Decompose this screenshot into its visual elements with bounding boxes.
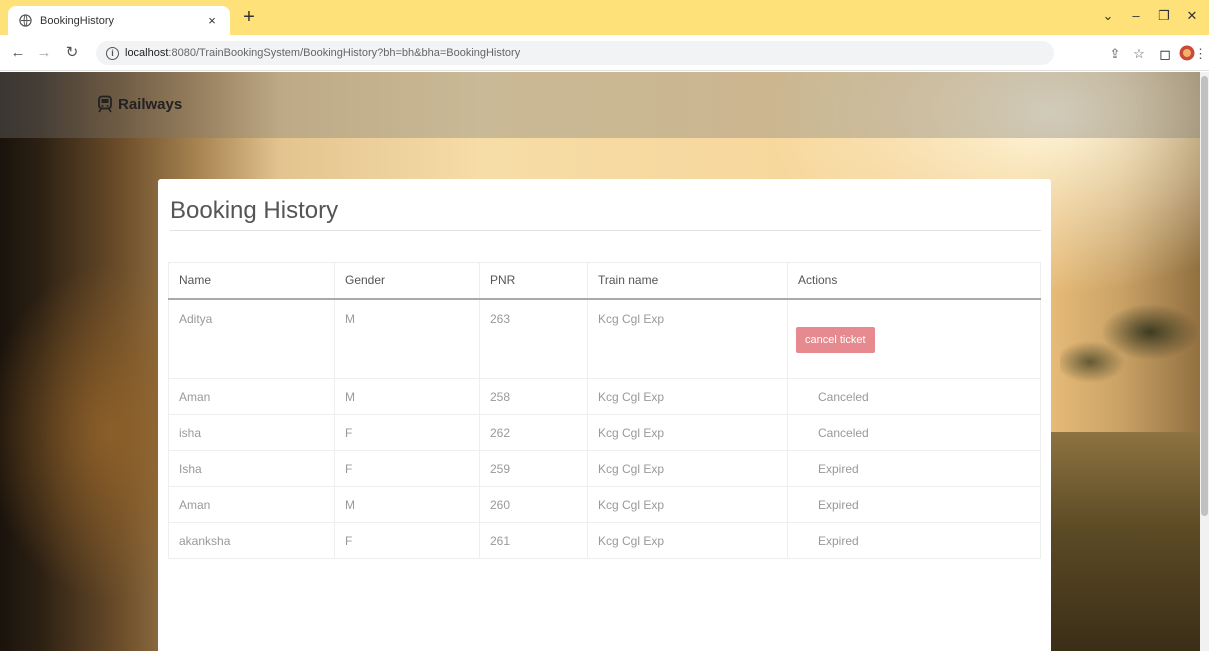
back-icon[interactable]: ← <box>8 43 28 63</box>
share-icon[interactable]: ⇪ <box>1106 45 1124 63</box>
tab-title: BookingHistory <box>40 14 114 27</box>
booking-table: Name Gender PNR Train name Actions Adity… <box>168 262 1041 559</box>
cell-gender: M <box>334 298 480 379</box>
info-icon[interactable]: i <box>106 46 119 60</box>
cell-train: Kcg Cgl Exp <box>587 450 788 487</box>
cell-pnr: 258 <box>479 378 588 415</box>
cell-action: cancel ticket <box>787 298 1041 379</box>
title-divider <box>170 230 1041 231</box>
page-viewport: Railways Booking History Name Gender PNR… <box>0 72 1209 651</box>
table-header-row: Name Gender PNR Train name Actions <box>168 262 1041 300</box>
background-field <box>1050 432 1209 651</box>
new-tab-button[interactable]: + <box>238 7 260 29</box>
tab-close-icon[interactable]: × <box>204 13 220 28</box>
forward-icon[interactable]: → <box>34 43 54 63</box>
table-row: Aditya M 263 Kcg Cgl Exp cancel ticket <box>168 298 1041 379</box>
browser-tabbar: BookingHistory × + ⌄ – ❐ ✕ <box>0 0 1209 35</box>
bookmark-star-icon[interactable]: ☆ <box>1130 45 1148 63</box>
header-name: Name <box>168 262 335 300</box>
url-host: localhost <box>125 47 169 59</box>
cell-train: Kcg Cgl Exp <box>587 378 788 415</box>
header-gender: Gender <box>334 262 480 300</box>
cell-status: Expired <box>787 522 1041 559</box>
cell-train: Kcg Cgl Exp <box>587 414 788 451</box>
close-window-icon[interactable]: ✕ <box>1178 8 1206 24</box>
site-navbar: Railways <box>0 72 1200 138</box>
url-path: :8080/TrainBookingSystem/BookingHistory?… <box>168 47 521 59</box>
table-row: isha F 262 Kcg Cgl Exp Canceled <box>168 414 1041 451</box>
cell-pnr: 259 <box>479 450 588 487</box>
cell-name: Isha <box>168 450 335 487</box>
page-title: Booking History <box>170 197 339 224</box>
browser-tab[interactable]: BookingHistory × <box>8 6 230 35</box>
cell-gender: M <box>334 378 480 415</box>
table-row: akanksha F 261 Kcg Cgl Exp Expired <box>168 522 1041 559</box>
globe-icon <box>18 14 32 28</box>
cell-pnr: 263 <box>479 298 588 379</box>
brand-link[interactable]: Railways <box>96 95 182 113</box>
menu-kebab-icon[interactable]: ⋮ <box>1194 45 1207 63</box>
cell-pnr: 262 <box>479 414 588 451</box>
cell-pnr: 261 <box>479 522 588 559</box>
reload-icon[interactable]: ↻ <box>62 43 82 63</box>
page-scrollbar-thumb[interactable] <box>1201 76 1208 516</box>
cell-status: Canceled <box>787 414 1041 451</box>
cell-name: Aman <box>168 486 335 523</box>
cell-train: Kcg Cgl Exp <box>587 522 788 559</box>
cell-pnr: 260 <box>479 486 588 523</box>
cell-name: akanksha <box>168 522 335 559</box>
minimize-icon[interactable]: – <box>1122 8 1150 23</box>
table-row: Aman M 258 Kcg Cgl Exp Canceled <box>168 378 1041 415</box>
table-row: Aman M 260 Kcg Cgl Exp Expired <box>168 486 1041 523</box>
cell-gender: F <box>334 450 480 487</box>
train-icon <box>96 95 114 113</box>
cell-gender: F <box>334 414 480 451</box>
browser-toolbar: ← → ↻ i localhost:8080/TrainBookingSyste… <box>0 35 1209 71</box>
address-bar[interactable]: i localhost:8080/TrainBookingSystem/Book… <box>96 41 1054 65</box>
tab-search-icon[interactable]: ⌄ <box>1094 8 1122 24</box>
cell-train: Kcg Cgl Exp <box>587 298 788 379</box>
restore-icon[interactable]: ❐ <box>1150 8 1178 24</box>
cell-name: isha <box>168 414 335 451</box>
header-train-name: Train name <box>587 262 788 300</box>
header-actions: Actions <box>787 262 1041 300</box>
sidepanel-icon[interactable]: ◻ <box>1156 45 1174 63</box>
cell-status: Expired <box>787 486 1041 523</box>
cell-status: Expired <box>787 450 1041 487</box>
table-row: Isha F 259 Kcg Cgl Exp Expired <box>168 450 1041 487</box>
cell-name: Aditya <box>168 298 335 379</box>
brand-name: Railways <box>118 95 183 113</box>
cell-gender: F <box>334 522 480 559</box>
cell-gender: M <box>334 486 480 523</box>
cell-train: Kcg Cgl Exp <box>587 486 788 523</box>
cell-status: Canceled <box>787 378 1041 415</box>
booking-history-card: Booking History Name Gender PNR Train na… <box>158 179 1051 651</box>
header-pnr: PNR <box>479 262 588 300</box>
cancel-ticket-button[interactable]: cancel ticket <box>796 326 875 353</box>
cell-name: Aman <box>168 378 335 415</box>
